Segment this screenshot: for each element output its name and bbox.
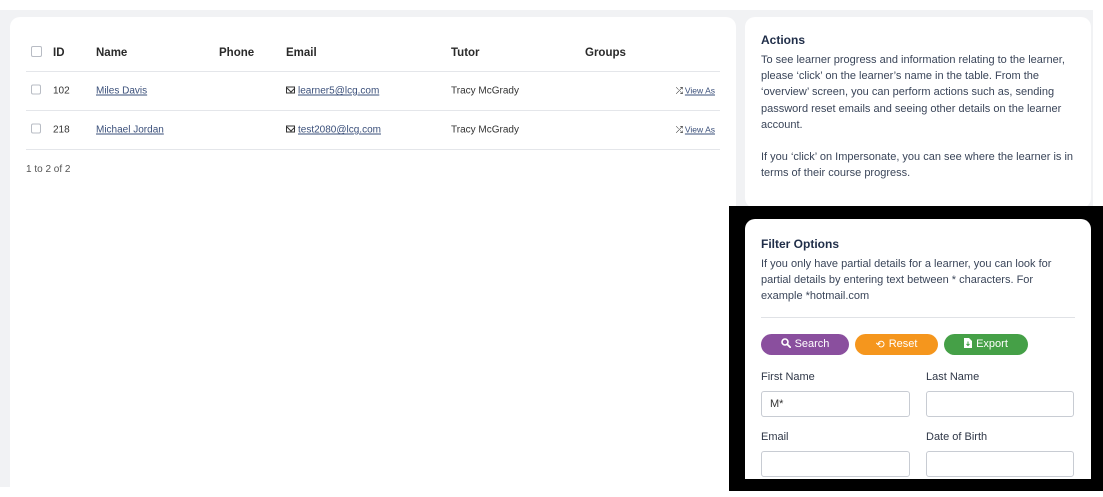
column-header-id[interactable]: ID	[53, 47, 65, 59]
search-icon	[780, 337, 791, 351]
column-header-email[interactable]: Email	[286, 47, 317, 59]
email-cell[interactable]: test2080@lcg.com	[286, 125, 381, 136]
row-id: 218	[53, 124, 70, 136]
first-name-group: First Name M*	[761, 371, 910, 431]
reset-button[interactable]: ⟲ Reset	[855, 333, 938, 355]
envelope-icon	[286, 125, 295, 133]
column-header-name[interactable]: Name	[96, 47, 127, 59]
divider	[761, 316, 1075, 318]
row-checkbox[interactable]	[31, 123, 41, 134]
first-name-label: First Name	[761, 370, 815, 383]
actions-paragraph-1: To see learner progress and information …	[761, 54, 1065, 131]
view-as-link[interactable]: ⤮ View As	[676, 86, 715, 97]
envelope-icon	[286, 86, 295, 94]
filter-description: If you only have partial details for a l…	[761, 258, 1052, 303]
row-tutor: Tracy McGrady	[451, 124, 519, 136]
learner-name-link[interactable]: Miles Davis	[96, 86, 147, 97]
filter-title: Filter Options	[761, 237, 839, 251]
actions-paragraph-2: If you ‘click’ on Impersonate, you can s…	[761, 151, 1074, 180]
select-all-checkbox[interactable]	[31, 46, 42, 57]
search-label: Search	[794, 338, 830, 351]
file-export-icon	[964, 337, 973, 351]
column-header-groups[interactable]: Groups	[585, 47, 626, 59]
email-link[interactable]: test2080@lcg.com	[298, 125, 381, 136]
filter-options-card: Filter Options If you only have partial …	[745, 219, 1091, 479]
last-name-label: Last Name	[926, 370, 980, 383]
search-button[interactable]: Search	[761, 333, 849, 355]
filter-button-row: Search ⟲ Reset Export	[761, 333, 1075, 355]
last-name-group: Last Name	[926, 371, 1074, 431]
actions-title: Actions	[761, 33, 806, 47]
shuffle-icon: ⤮	[675, 85, 683, 96]
first-name-input[interactable]: M*	[761, 390, 910, 417]
table-row: 102 Miles Davis learner5@lcg.com Tracy M…	[26, 72, 720, 111]
email-link[interactable]: learner5@lcg.com	[298, 86, 379, 97]
dob-label: Date of Birth	[926, 430, 988, 443]
learner-name-link[interactable]: Michael Jordan	[96, 125, 164, 136]
column-header-phone[interactable]: Phone	[219, 47, 254, 59]
filter-fields: First Name M* Last Name Email Date of Bi…	[761, 371, 1075, 479]
column-header-tutor[interactable]: Tutor	[451, 47, 480, 59]
export-label: Export	[976, 338, 1008, 351]
view-as-label: View As	[684, 124, 715, 135]
learners-table-card: ID Name Phone Email Tutor Groups 102 Mil…	[10, 17, 736, 487]
row-id: 102	[53, 85, 70, 97]
table-row: 218 Michael Jordan test2080@lcg.com Trac…	[26, 111, 720, 150]
email-label: Email	[761, 430, 789, 443]
reset-label: Reset	[888, 338, 918, 351]
export-button[interactable]: Export	[944, 333, 1028, 355]
view-as-link[interactable]: ⤮ View As	[676, 125, 715, 136]
shuffle-icon: ⤮	[675, 124, 683, 135]
dob-input[interactable]	[926, 450, 1074, 477]
dob-group: Date of Birth	[926, 431, 1074, 479]
table-header-row: ID Name Phone Email Tutor Groups	[26, 35, 720, 72]
row-tutor: Tracy McGrady	[451, 85, 519, 97]
last-name-input[interactable]	[926, 390, 1074, 417]
actions-description: To see learner progress and information …	[761, 52, 1075, 181]
learners-table: ID Name Phone Email Tutor Groups 102 Mil…	[26, 35, 720, 150]
refresh-icon: ⟲	[875, 338, 885, 351]
email-input[interactable]	[761, 450, 910, 477]
actions-card: Actions To see learner progress and info…	[745, 17, 1091, 208]
email-group: Email	[761, 431, 910, 479]
view-as-label: View As	[684, 85, 715, 96]
email-cell[interactable]: learner5@lcg.com	[286, 86, 379, 97]
row-checkbox[interactable]	[31, 84, 41, 95]
pagination-count: 1 to 2 of 2	[26, 164, 71, 175]
